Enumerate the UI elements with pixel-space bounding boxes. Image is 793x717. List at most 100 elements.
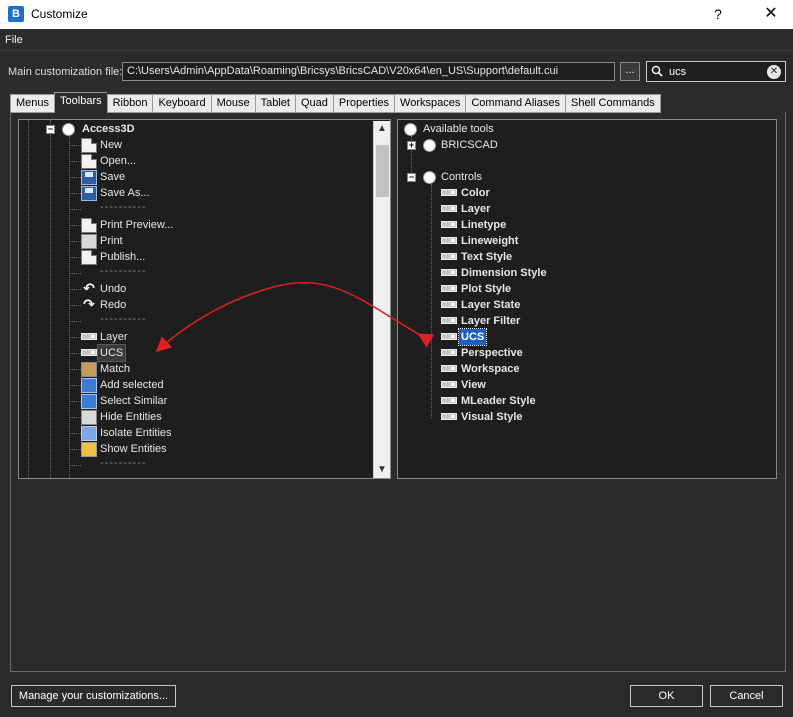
collapse-icon[interactable]: − [46,125,55,134]
tab-toolbars[interactable]: Toolbars [54,92,107,113]
control-plot-style[interactable]: Plot Style [461,281,511,297]
control-layer-filter[interactable]: Layer Filter [461,313,520,329]
tab-keyboard[interactable]: Keyboard [152,94,211,113]
save-icon [81,170,97,185]
publish-icon [81,250,97,265]
control-view[interactable]: View [461,377,486,393]
control-layer-state[interactable]: Layer State [461,297,520,313]
separator: ---------- [100,457,147,469]
menu-bar: File [0,29,793,51]
toolbar-control-icon [441,381,457,388]
redo-icon: ↷ [83,296,95,312]
toolbar-control-icon [441,205,457,212]
toolbar-control-icon [441,237,457,244]
help-button[interactable]: ? [706,3,730,25]
expand-icon[interactable]: + [407,141,416,150]
tree-item-save[interactable]: Save [100,169,125,185]
control-linetype[interactable]: Linetype [461,217,506,233]
tab-properties[interactable]: Properties [332,94,395,113]
undo-icon: ↶ [83,280,95,296]
toolbar-control-icon [441,365,457,372]
tab-menus[interactable]: Menus [10,94,55,113]
customization-file-input[interactable]: C:\Users\Admin\AppData\Roaming\Bricsys\B… [122,62,615,81]
title-bar: B Customize ? ✕ [0,0,793,29]
toolbar-control-icon [441,333,457,340]
search-box[interactable]: ✕ [646,61,786,82]
tab-bar: Menus Toolbars Ribbon Keyboard Mouse Tab… [10,92,661,113]
control-visual-style[interactable]: Visual Style [461,409,523,425]
tree-item-show-entities[interactable]: Show Entities [100,441,167,457]
tab-tablet[interactable]: Tablet [254,94,295,113]
manage-customizations-button[interactable]: Manage your customizations... [11,685,176,707]
window-title: Customize [31,7,88,21]
toolbar-control-icon [441,269,457,276]
control-perspective[interactable]: Perspective [461,345,523,361]
open-file-icon [81,154,97,169]
match-icon [81,362,97,377]
control-text-style[interactable]: Text Style [461,249,512,265]
radio-icon [423,139,436,152]
radio-icon [423,171,436,184]
tree-item-add-selected[interactable]: Add selected [100,377,164,393]
tree-item-redo[interactable]: Redo [100,297,126,313]
tab-ribbon[interactable]: Ribbon [106,94,153,113]
tab-quad[interactable]: Quad [294,94,333,113]
clear-search-icon[interactable]: ✕ [767,65,781,79]
tree-item-match[interactable]: Match [100,361,130,377]
tree-item-open[interactable]: Open... [100,153,136,169]
new-file-icon [81,138,97,153]
scroll-thumb[interactable] [376,145,389,197]
radio-icon [62,123,75,136]
tree-item-layer[interactable]: Layer [100,329,128,345]
tree-item-print-preview[interactable]: Print Preview... [100,217,173,233]
separator: ---------- [100,265,147,277]
control-mleader-style[interactable]: MLeader Style [461,393,536,409]
tree-item-ucs[interactable]: UCS [96,344,127,362]
tree-item-print[interactable]: Print [100,233,123,249]
tree-scrollbar[interactable]: ▲ ▼ [373,121,390,478]
scroll-up-icon[interactable]: ▲ [374,121,390,137]
tree-item-new[interactable]: New [100,137,122,153]
tab-shell-commands[interactable]: Shell Commands [565,94,661,113]
toolbar-control-icon [441,349,457,356]
toolbar-control-icon [441,397,457,404]
customization-file-label: Main customization file: [8,66,123,78]
tree-item-isolate-entities[interactable]: Isolate Entities [100,425,172,441]
save-as-icon [81,186,97,201]
search-input[interactable] [669,64,764,79]
control-ucs[interactable]: UCS [457,328,488,346]
tree-item-save-as[interactable]: Save As... [100,185,150,201]
control-lineweight[interactable]: Lineweight [461,233,518,249]
print-preview-icon [81,218,97,233]
tree-root-access3d[interactable]: Access3D [82,121,135,137]
scroll-down-icon[interactable]: ▼ [374,462,390,478]
close-button[interactable]: ✕ [757,3,785,25]
control-color[interactable]: Color [461,185,490,201]
toolbar-tree[interactable]: − Access3D New Open... Save Save As... -… [18,119,391,479]
bricscad-logo-icon: B [8,6,24,22]
tab-mouse[interactable]: Mouse [210,94,255,113]
control-layer[interactable]: Layer [461,201,490,217]
tree-item-undo[interactable]: Undo [100,281,126,297]
browse-button[interactable]: ... [620,62,640,81]
collapse-icon[interactable]: − [407,173,416,182]
toolbar-control-icon [81,333,97,340]
tab-command-aliases[interactable]: Command Aliases [465,94,565,113]
tree-item-select-similar[interactable]: Select Similar [100,393,167,409]
tab-workspaces[interactable]: Workspaces [394,94,466,113]
toolbar-control-icon [441,317,457,324]
tree-item-publish[interactable]: Publish... [100,249,145,265]
ok-button[interactable]: OK [630,685,703,707]
tree-item-hide-entities[interactable]: Hide Entities [100,409,162,425]
tree-group-controls[interactable]: Controls [441,169,482,185]
separator: ---------- [100,313,147,325]
tree-root-available-tools[interactable]: Available tools [423,121,494,137]
control-workspace[interactable]: Workspace [461,361,520,377]
menu-file[interactable]: File [5,34,23,46]
separator: ---------- [100,201,147,213]
tree-group-bricscad[interactable]: BRICSCAD [441,137,498,153]
control-dimension-style[interactable]: Dimension Style [461,265,547,281]
toolbar-control-icon [441,189,457,196]
available-tools-tree[interactable]: Available tools + BRICSCAD − Controls Co… [397,119,777,479]
cancel-button[interactable]: Cancel [710,685,783,707]
